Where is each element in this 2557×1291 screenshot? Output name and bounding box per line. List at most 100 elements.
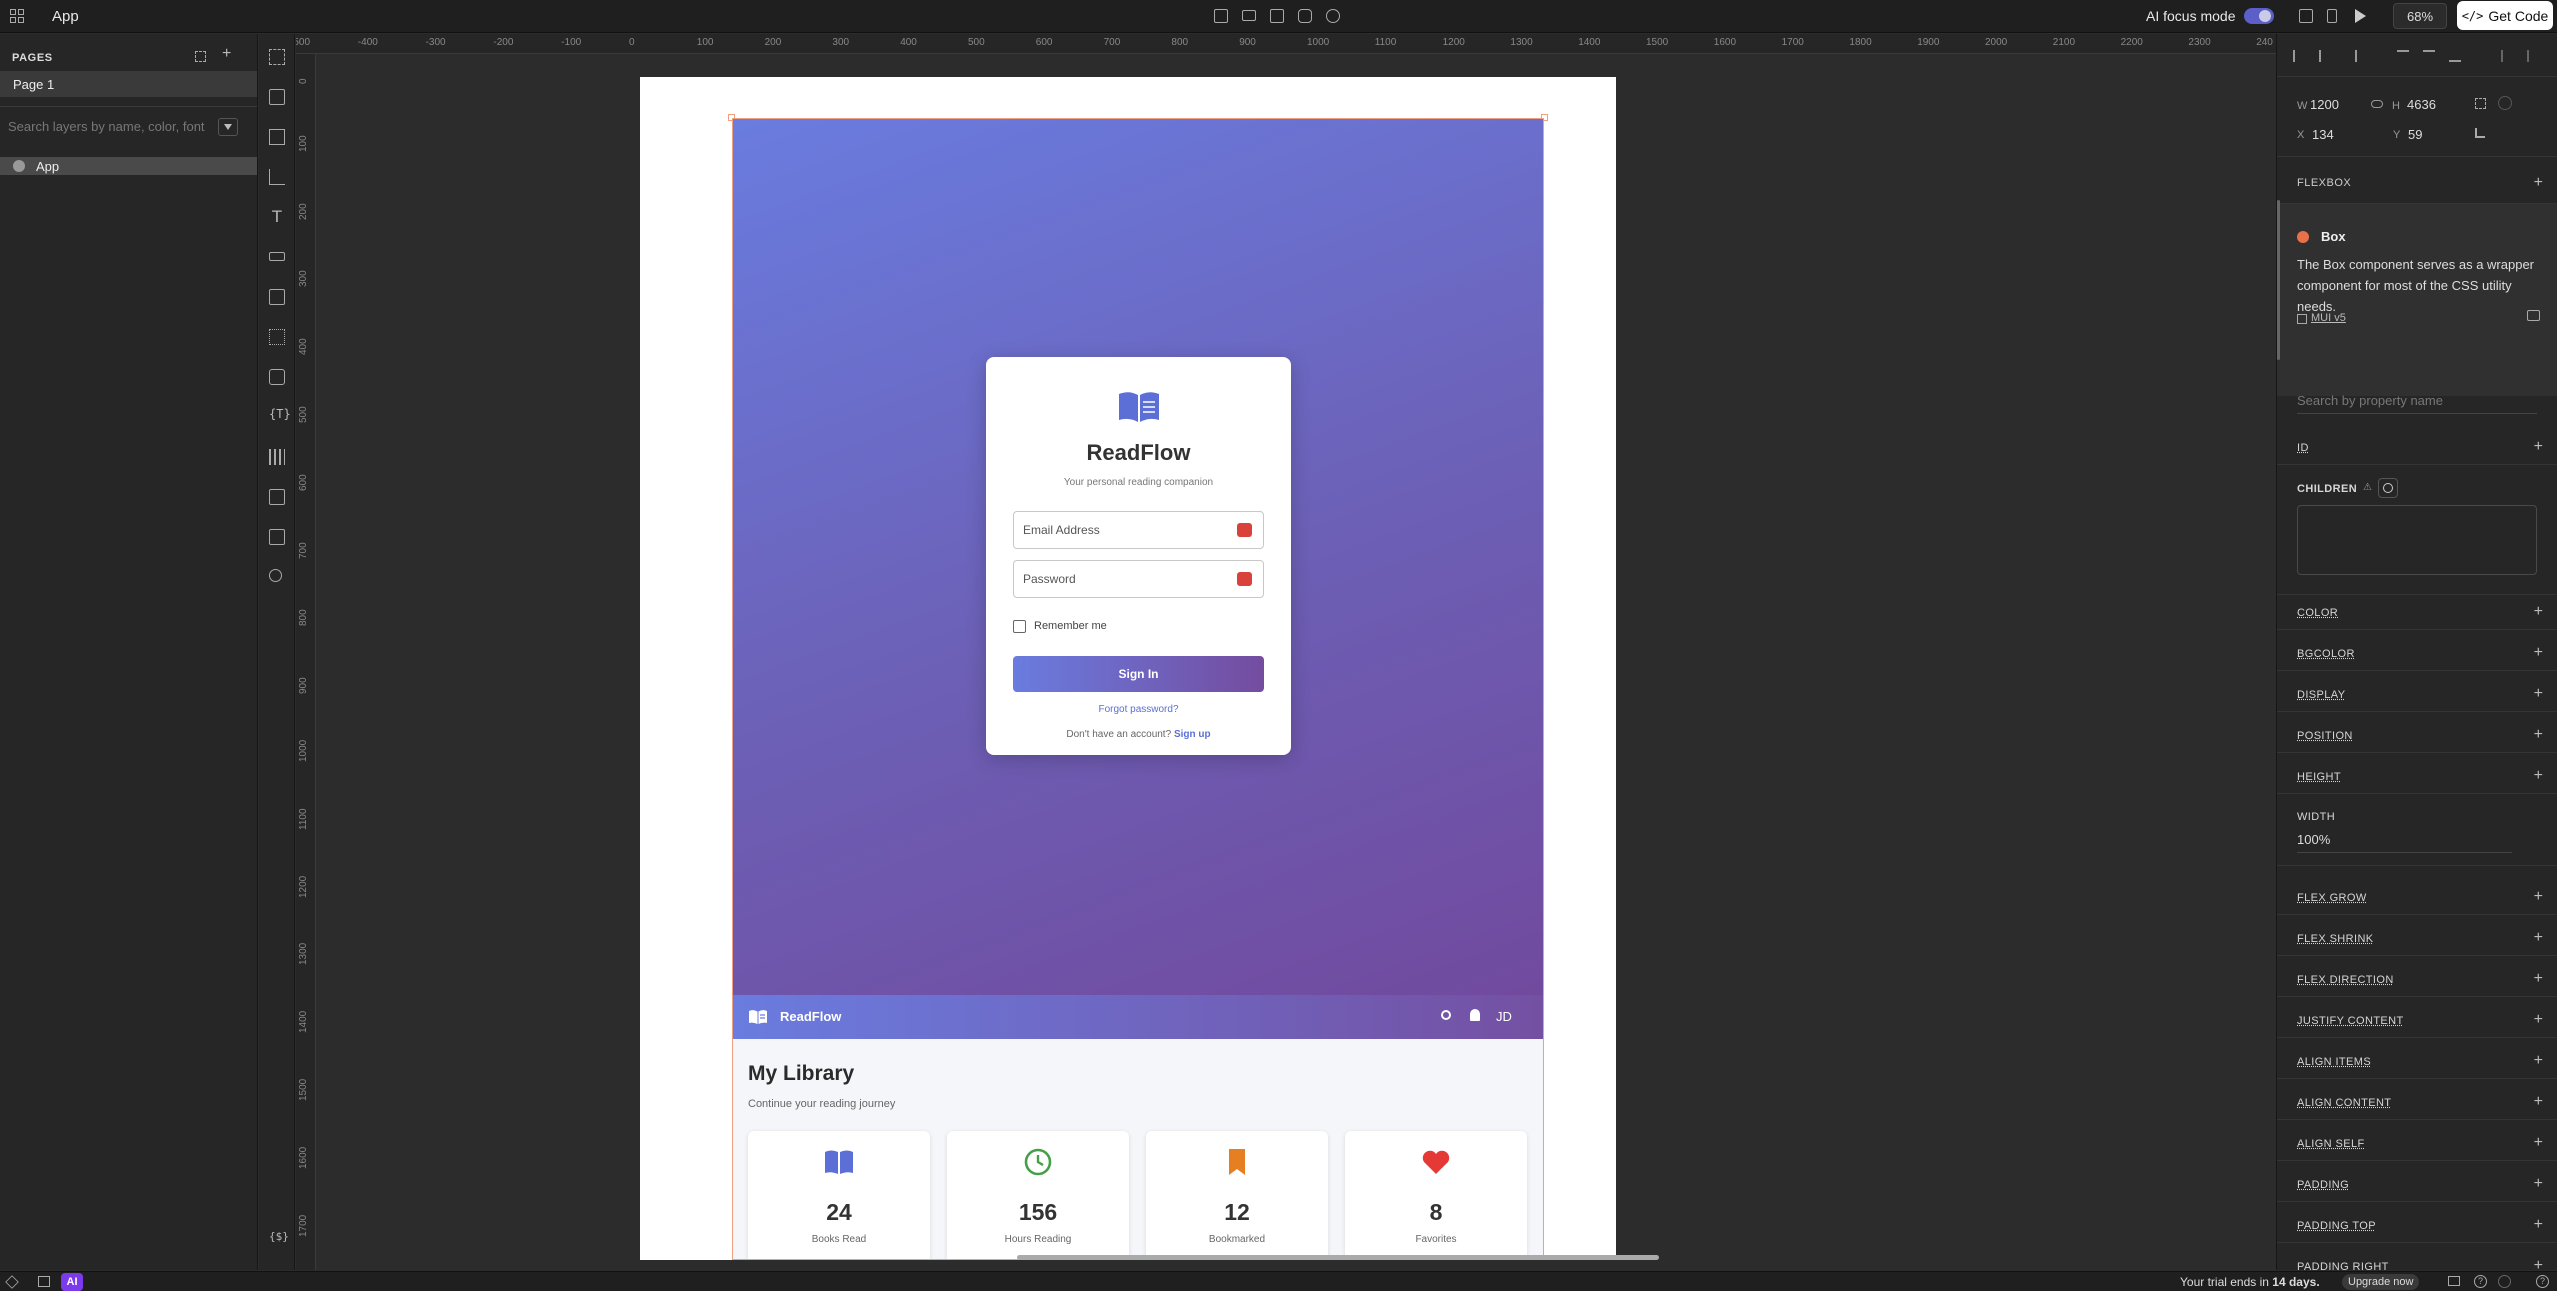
add-page-icon[interactable]: +	[222, 45, 231, 63]
link-icon[interactable]	[1326, 9, 1340, 23]
stat-card-hours-reading[interactable]: 156 Hours Reading	[947, 1131, 1129, 1259]
status-icon[interactable]	[2498, 1275, 2511, 1288]
page-item[interactable]: Page 1	[0, 71, 257, 97]
pen-tool-icon[interactable]	[269, 169, 285, 185]
search-icon[interactable]	[1441, 1010, 1451, 1020]
add-property-icon[interactable]: +	[2534, 971, 2543, 987]
add-property-icon[interactable]: +	[2534, 645, 2543, 661]
ai-focus-toggle[interactable]	[2244, 8, 2274, 24]
prop-flex-grow[interactable]: FLEX GROW	[2297, 892, 2367, 904]
layer-item-app[interactable]: App	[0, 157, 257, 175]
filter-dropdown-icon[interactable]	[218, 118, 238, 136]
prop-align-content[interactable]: ALIGN CONTENT	[2297, 1097, 2391, 1109]
align-top-icon[interactable]	[2397, 50, 2409, 62]
add-property-icon[interactable]: +	[2534, 889, 2543, 905]
variable-tool-icon[interactable]: {T}	[269, 407, 291, 423]
property-search-input[interactable]: Search by property name	[2297, 392, 2537, 414]
align-left-icon[interactable]	[2293, 50, 2305, 62]
play-icon[interactable]	[2355, 9, 2366, 23]
component-tool-icon[interactable]	[269, 369, 285, 385]
add-flexbox-icon[interactable]: +	[2534, 175, 2543, 191]
panel-scrollbar[interactable]	[2277, 200, 2280, 360]
target-icon[interactable]	[2378, 478, 2398, 498]
add-property-icon[interactable]: +	[2534, 1176, 2543, 1192]
select-tool-icon[interactable]	[269, 49, 285, 65]
app-frame[interactable]: ReadFlow Your personal reading companion…	[732, 118, 1544, 1260]
link-dimensions-icon[interactable]	[2371, 100, 2383, 108]
user-avatar[interactable]: JD	[1496, 1009, 1512, 1024]
search-tool-icon[interactable]	[269, 569, 282, 582]
align-right-icon[interactable]	[2345, 50, 2357, 62]
prop-padding-right[interactable]: PADDING RIGHT	[2297, 1261, 2389, 1270]
prop-bgcolor[interactable]: BGCOLOR	[2297, 648, 2355, 660]
align-center-icon[interactable]	[2319, 50, 2331, 62]
button-tool-icon[interactable]	[269, 252, 285, 261]
app-bar-brand[interactable]: ReadFlow	[780, 1009, 841, 1024]
add-property-icon[interactable]: +	[2534, 604, 2543, 620]
stat-card-favorites[interactable]: 8 Favorites	[1345, 1131, 1527, 1259]
distribute-icon[interactable]	[2527, 50, 2539, 62]
icon-tool-icon[interactable]	[269, 329, 285, 345]
table-tool-icon[interactable]	[269, 449, 285, 465]
prop-position[interactable]: POSITION	[2297, 730, 2353, 742]
prop-width[interactable]: WIDTH	[2297, 811, 2335, 823]
autofill-key-icon[interactable]	[1237, 572, 1252, 586]
device-preview-icon[interactable]	[2448, 1276, 2460, 1286]
align-bottom-icon[interactable]	[2449, 50, 2461, 62]
add-property-icon[interactable]: +	[2534, 768, 2543, 784]
password-field[interactable]: Password	[1013, 560, 1264, 598]
x-value[interactable]: 134	[2312, 127, 2334, 142]
assets-icon[interactable]	[38, 1276, 50, 1287]
children-dropzone[interactable]	[2297, 505, 2537, 575]
help-icon[interactable]: ?	[2474, 1275, 2487, 1288]
layers-icon[interactable]	[5, 1275, 19, 1289]
add-property-icon[interactable]: +	[2534, 930, 2543, 946]
add-property-icon[interactable]: +	[2534, 727, 2543, 743]
add-property-icon[interactable]: +	[2534, 1012, 2543, 1028]
ai-button[interactable]: AI	[61, 1273, 83, 1291]
y-value[interactable]: 59	[2408, 127, 2422, 142]
prop-id[interactable]: ID	[2297, 442, 2309, 454]
prop-flex-direction[interactable]: FLEX DIRECTION	[2297, 974, 2394, 986]
add-property-icon[interactable]: +	[2534, 1258, 2543, 1271]
stat-card-bookmarked[interactable]: 12 Bookmarked	[1146, 1131, 1328, 1259]
prop-color[interactable]: COLOR	[2297, 607, 2338, 619]
add-id-icon[interactable]: +	[2534, 439, 2543, 455]
autofill-key-icon[interactable]	[1237, 523, 1252, 537]
mui-library-link[interactable]: MUI v5	[2311, 312, 2346, 324]
distribute-icon[interactable]	[2501, 50, 2513, 62]
chart-tool-icon[interactable]	[269, 489, 285, 505]
prop-children[interactable]: CHILDREN	[2297, 483, 2357, 495]
stat-card-books-read[interactable]: 24 Books Read	[748, 1131, 930, 1259]
apps-grid-icon[interactable]	[10, 9, 24, 23]
image-icon[interactable]	[1270, 9, 1284, 23]
folder-icon[interactable]	[1242, 10, 1256, 21]
add-property-icon[interactable]: +	[2534, 1135, 2543, 1151]
prop-height[interactable]: HEIGHT	[2297, 771, 2341, 783]
question-icon[interactable]: ?	[2536, 1275, 2549, 1288]
get-code-button[interactable]: </> Get Code	[2457, 1, 2553, 30]
add-property-icon[interactable]: +	[2534, 1217, 2543, 1233]
align-middle-icon[interactable]	[2423, 50, 2435, 62]
open-docs-icon[interactable]	[2527, 310, 2540, 321]
zoom-level[interactable]: 68%	[2393, 3, 2447, 29]
rotate-icon[interactable]	[2475, 128, 2485, 138]
add-property-icon[interactable]: +	[2534, 686, 2543, 702]
sign-in-button[interactable]: Sign In	[1013, 656, 1264, 692]
layer-search-input[interactable]: Search layers by name, color, font	[8, 118, 213, 138]
prop-align-items[interactable]: ALIGN ITEMS	[2297, 1056, 2371, 1068]
width-value[interactable]: 1200	[2310, 97, 2339, 112]
prop-align-self[interactable]: ALIGN SELF	[2297, 1138, 2365, 1150]
prop-justify-content[interactable]: JUSTIFY CONTENT	[2297, 1015, 2404, 1027]
email-field[interactable]: Email Address	[1013, 511, 1264, 549]
add-property-icon[interactable]: +	[2534, 1053, 2543, 1069]
sign-up-link[interactable]: Sign up	[1174, 729, 1211, 740]
remember-checkbox[interactable]	[1013, 620, 1026, 633]
rectangle-tool-icon[interactable]	[269, 129, 285, 145]
prop-display[interactable]: DISPLAY	[2297, 689, 2345, 701]
upgrade-now-button[interactable]: Upgrade now	[2342, 1274, 2420, 1290]
height-value[interactable]: 4636	[2407, 97, 2436, 112]
dollar-variable-icon[interactable]: {$}	[269, 1230, 289, 1246]
layers-icon[interactable]	[1298, 9, 1312, 23]
forgot-password-link[interactable]: Forgot password?	[986, 704, 1291, 715]
